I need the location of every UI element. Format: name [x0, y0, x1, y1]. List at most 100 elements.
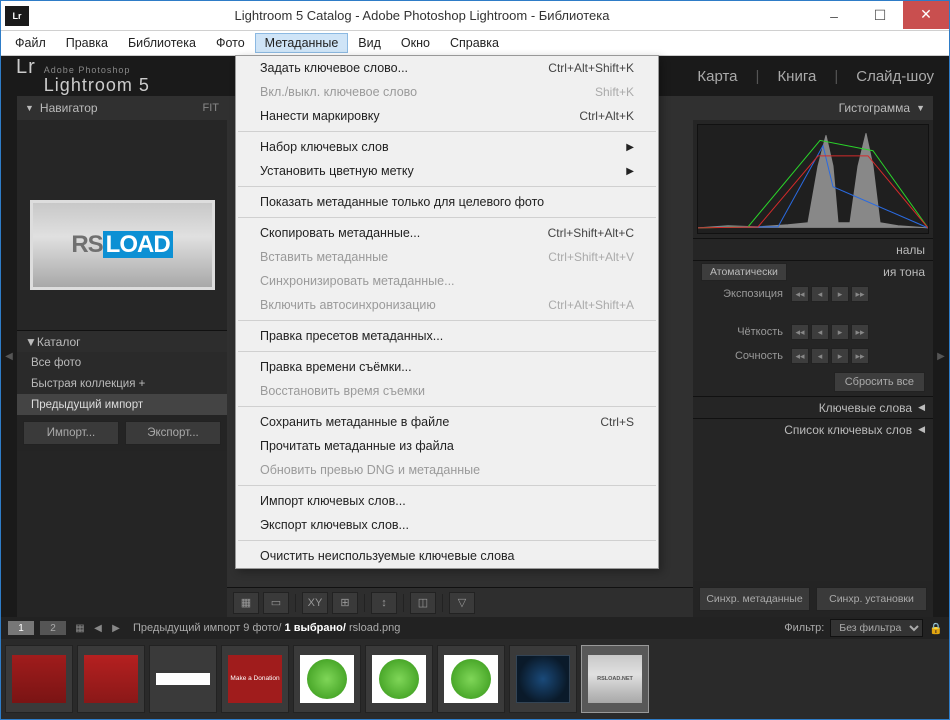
scrub-up-button[interactable]: ▸: [831, 324, 849, 340]
adjustment-label: Сочность: [703, 350, 783, 362]
scrub-down-button[interactable]: ◂: [811, 348, 829, 364]
histogram-header[interactable]: Гистограмма ▼: [693, 96, 933, 120]
menu-item[interactable]: Сохранить метаданные в файлеCtrl+S: [236, 410, 658, 434]
lr-logo-mark: Lr: [16, 56, 36, 79]
menu-item-label: Задать ключевое слово...: [260, 61, 408, 75]
originals-header[interactable]: налы: [693, 238, 933, 260]
catalog-item[interactable]: Предыдущий импорт: [17, 394, 227, 415]
scrub-min-button[interactable]: ◂◂: [791, 286, 809, 302]
left-bottom-buttons: Импорт... Экспорт...: [17, 415, 227, 451]
filmstrip-thumbnail[interactable]: [77, 645, 145, 713]
sort-button[interactable]: ↕: [371, 592, 397, 614]
grid-view-button[interactable]: ▦: [233, 592, 259, 614]
filmstrip-thumbnail[interactable]: [437, 645, 505, 713]
menu-item[interactable]: Нанести маркировкуCtrl+Alt+K: [236, 104, 658, 128]
auto-tone-button[interactable]: Атоматически: [701, 263, 787, 281]
navigator-header[interactable]: ▼ Навигатор FIT: [17, 96, 227, 120]
sync-metadata-button[interactable]: Синхр. метаданные: [699, 587, 810, 611]
histogram-chart[interactable]: [697, 124, 929, 234]
scrub-max-button[interactable]: ▸▸: [851, 348, 869, 364]
filmstrip-thumbnail[interactable]: [149, 645, 217, 713]
module-Карта[interactable]: Карта: [697, 68, 737, 85]
filmstrip-back-button[interactable]: ◀: [89, 620, 107, 636]
filmstrip-forward-button[interactable]: ▶: [107, 620, 125, 636]
submenu-arrow-icon: ▶: [626, 142, 634, 153]
filter-lock-icon[interactable]: 🔒: [929, 622, 943, 635]
menu-item[interactable]: Прочитать метаданные из файла: [236, 434, 658, 458]
left-panel-toggle[interactable]: ◀: [1, 96, 17, 617]
navigator-fit[interactable]: FIT: [203, 102, 220, 114]
filmstrip-thumbnail[interactable]: [509, 645, 577, 713]
tone-header[interactable]: Атоматически ия тона: [693, 260, 933, 282]
filmstrip-thumbnail[interactable]: [293, 645, 361, 713]
compare-view-button[interactable]: XY: [302, 592, 328, 614]
menu-справка[interactable]: Справка: [440, 33, 509, 53]
menu-файл[interactable]: Файл: [5, 33, 56, 53]
menu-окно[interactable]: Окно: [391, 33, 440, 53]
menu-вид[interactable]: Вид: [348, 33, 391, 53]
scrub-down-button[interactable]: ◂: [811, 324, 829, 340]
catalog-item[interactable]: Все фото: [17, 352, 227, 373]
titlebar: Lr Lightroom 5 Catalog - Adobe Photoshop…: [1, 1, 949, 31]
filmstrip-thumbnail[interactable]: Make a Donation: [221, 645, 289, 713]
filmstrip-thumbnail[interactable]: RSLOAD.NET: [581, 645, 649, 713]
menu-shortcut: Ctrl+Alt+Shift+K: [548, 61, 634, 75]
filmstrip-grid-icon[interactable]: ▦: [71, 620, 89, 636]
sort-direction-button[interactable]: ▽: [449, 592, 475, 614]
module-Книга[interactable]: Книга: [777, 68, 816, 85]
reset-all-button[interactable]: Сбросить все: [834, 372, 925, 392]
maximize-button[interactable]: ☐: [857, 2, 903, 30]
menu-item[interactable]: Правка времени съёмки...: [236, 355, 658, 379]
disclosure-triangle-icon: ▼: [916, 103, 925, 113]
scrub-max-button[interactable]: ▸▸: [851, 324, 869, 340]
menu-item-label: Восстановить время съемки: [260, 384, 425, 398]
menu-item[interactable]: Очистить неиспользуемые ключевые слова: [236, 544, 658, 568]
menu-separator: [238, 540, 656, 541]
catalog-item[interactable]: Быстрая коллекция +: [17, 373, 227, 394]
scrub-up-button[interactable]: ▸: [831, 348, 849, 364]
menu-item[interactable]: Задать ключевое слово... Ctrl+Alt+Shift+K: [236, 56, 658, 80]
menu-правка[interactable]: Правка: [56, 33, 118, 53]
filter-select[interactable]: Без фильтра: [830, 619, 923, 637]
minimize-button[interactable]: –: [811, 2, 857, 30]
disclosure-triangle-icon: ▼: [25, 103, 34, 113]
disclosure-triangle-icon: ◀: [918, 402, 925, 413]
loupe-view-button[interactable]: ▭: [263, 592, 289, 614]
scrub-max-button[interactable]: ▸▸: [851, 286, 869, 302]
sync-settings-button[interactable]: Синхр. установки: [816, 587, 927, 611]
menu-item[interactable]: Показать метаданные только для целевого …: [236, 190, 658, 214]
menu-item[interactable]: Скопировать метаданные...Ctrl+Shift+Alt+…: [236, 221, 658, 245]
import-button[interactable]: Импорт...: [23, 421, 119, 445]
menu-item[interactable]: Установить цветную метку▶: [236, 159, 658, 183]
navigator-title: Навигатор: [40, 101, 98, 115]
disclosure-triangle-icon: ◀: [918, 424, 925, 435]
menu-библиотека[interactable]: Библиотека: [118, 33, 206, 53]
menu-фото[interactable]: Фото: [206, 33, 255, 53]
catalog-header[interactable]: ▼ Каталог: [17, 330, 227, 352]
menu-item[interactable]: Импорт ключевых слов...: [236, 489, 658, 513]
menu-item[interactable]: Экспорт ключевых слов...: [236, 513, 658, 537]
monitor-2-button[interactable]: 2: [39, 620, 67, 636]
module-Слайд-шоу[interactable]: Слайд-шоу: [856, 68, 934, 85]
export-button[interactable]: Экспорт...: [125, 421, 221, 445]
painter-button[interactable]: ◫: [410, 592, 436, 614]
monitor-1-button[interactable]: 1: [7, 620, 35, 636]
scrub-min-button[interactable]: ◂◂: [791, 324, 809, 340]
filmstrip-thumbnail[interactable]: [5, 645, 73, 713]
menu-item[interactable]: Правка пресетов метаданных...: [236, 324, 658, 348]
survey-view-button[interactable]: ⊞: [332, 592, 358, 614]
scrub-up-button[interactable]: ▸: [831, 286, 849, 302]
keywords-header[interactable]: Ключевые слова ◀: [693, 396, 933, 418]
preview-thumbnail[interactable]: RSLOAD: [30, 200, 215, 290]
right-panel-toggle[interactable]: ▶: [933, 96, 949, 617]
scrub-min-button[interactable]: ◂◂: [791, 348, 809, 364]
histogram-title: Гистограмма: [839, 101, 910, 115]
keyword-list-header[interactable]: Список ключевых слов ◀: [693, 418, 933, 440]
filmstrip-thumbnail[interactable]: [365, 645, 433, 713]
scrub-down-button[interactable]: ◂: [811, 286, 829, 302]
menu-shortcut: Shift+K: [595, 85, 634, 99]
menu-item[interactable]: Набор ключевых слов▶: [236, 135, 658, 159]
menu-метаданные[interactable]: Метаданные: [255, 33, 349, 53]
close-button[interactable]: ✕: [903, 1, 949, 29]
adjustment-row: Экспозиция◂◂◂▸▸▸: [693, 282, 933, 306]
